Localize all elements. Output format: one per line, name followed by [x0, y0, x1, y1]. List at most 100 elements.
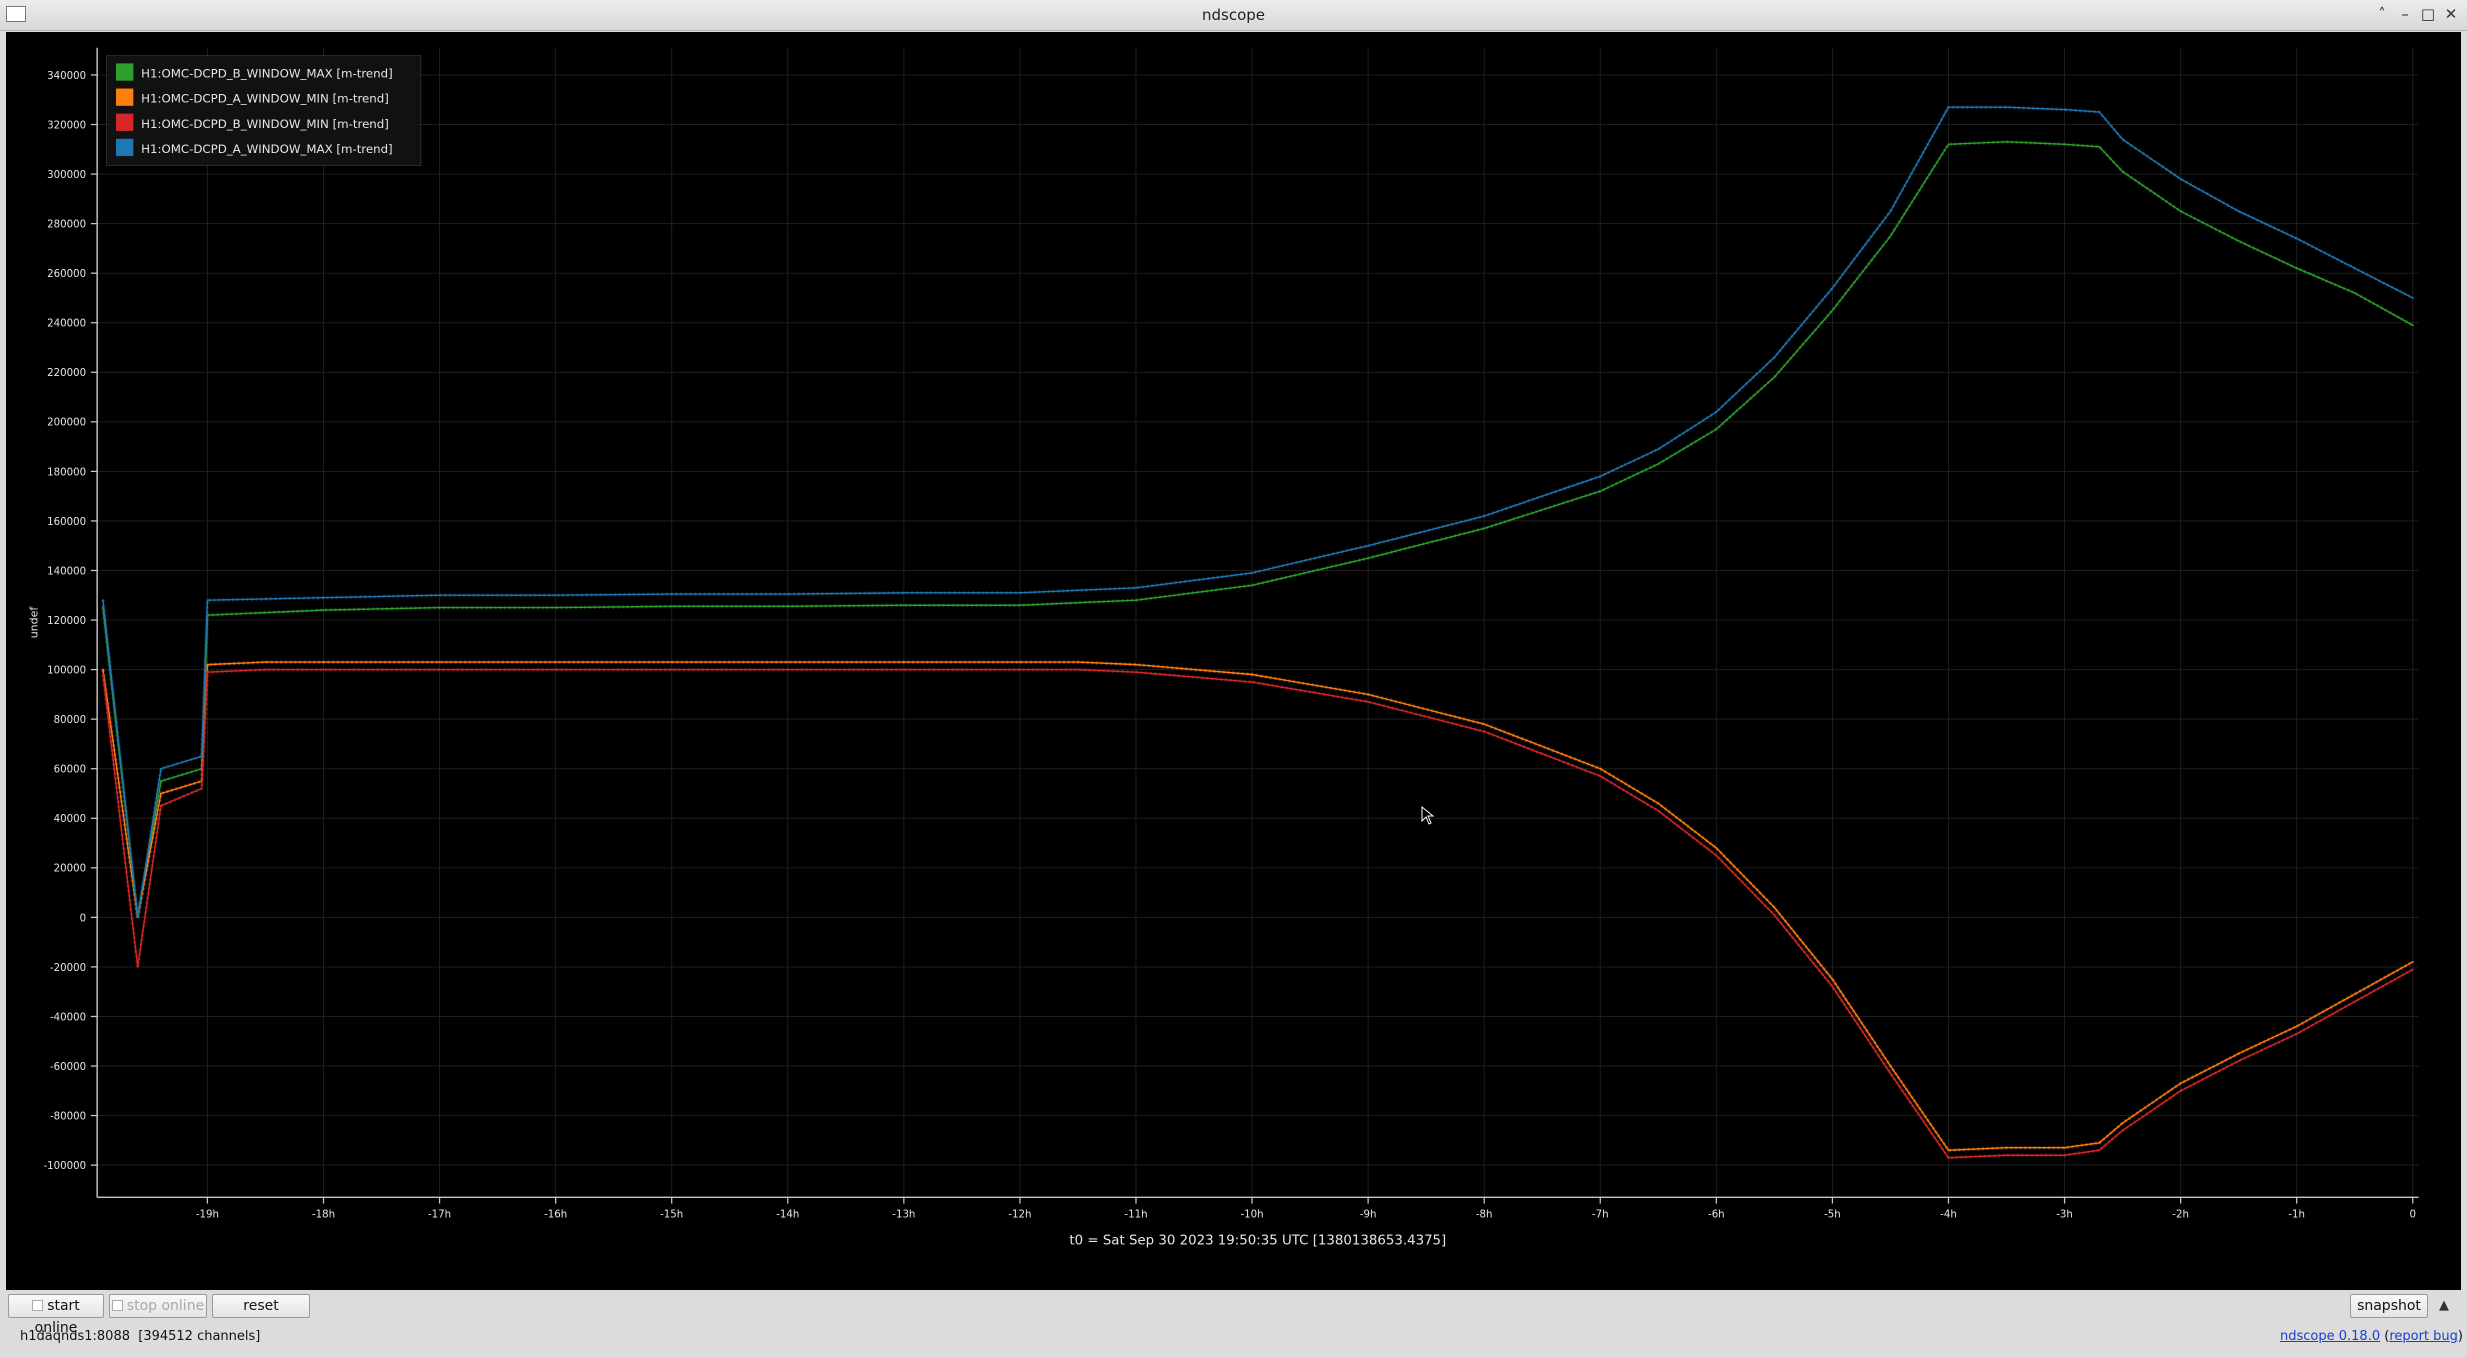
y-tick-label: -60000 — [50, 1062, 86, 1073]
legend-label-4[interactable]: H1:OMC-DCPD_A_WINDOW_MAX [m-trend] — [141, 142, 392, 156]
y-tick-label: 280000 — [47, 220, 86, 231]
x-tick-label: -13h — [892, 1210, 915, 1221]
series-point-4 — [902, 591, 905, 594]
series-point-1 — [1018, 604, 1021, 607]
series-point-3 — [554, 668, 557, 671]
series-point-4 — [554, 594, 557, 597]
series-point-4 — [1715, 410, 1718, 413]
series-point-3 — [2353, 1000, 2356, 1003]
x-tick-label: -9h — [1360, 1210, 1377, 1221]
plot-panel[interactable]: 340000 320000 300000 280000 260000 240000 2200… — [6, 32, 2461, 1290]
close-button[interactable]: ✕ — [2441, 4, 2461, 24]
window-titlebar: ndscope ˄ – □ ✕ — [0, 0, 2467, 31]
series-point-1 — [2063, 143, 2066, 146]
series-point-2 — [2005, 1146, 2008, 1149]
series-point-2 — [1251, 673, 1254, 676]
legend-label-3[interactable]: H1:OMC-DCPD_B_WINDOW_MIN [m-trend] — [141, 117, 389, 131]
series-envelope-4 — [101, 105, 2414, 918]
series-point-2 — [2353, 993, 2356, 996]
x-tick-label: -8h — [1476, 1210, 1493, 1221]
series-point-4 — [670, 593, 673, 595]
series-point-2 — [438, 661, 441, 664]
series-point-1 — [1947, 143, 1950, 146]
series-point-3 — [264, 668, 267, 671]
series-point-3 — [1889, 1072, 1892, 1075]
series-point-1 — [2353, 292, 2356, 294]
x-tick-label: -12h — [1008, 1210, 1031, 1221]
series-point-4 — [136, 916, 139, 919]
series-point-1 — [1773, 376, 1776, 379]
series-point-3 — [2411, 968, 2414, 971]
x-tick-label: -15h — [660, 1210, 683, 1221]
start-online-button[interactable]: start online — [8, 1294, 104, 1336]
x-tick-label: 0 — [2410, 1210, 2417, 1221]
series-point-2 — [322, 661, 325, 664]
series-point-4 — [1135, 586, 1137, 589]
y-tick-label: 120000 — [47, 616, 86, 627]
legend-label-2[interactable]: H1:OMC-DCPD_A_WINDOW_MIN [m-trend] — [141, 92, 389, 106]
y-tick-label: -40000 — [50, 1012, 86, 1023]
series-point-4 — [200, 755, 203, 758]
series-point-2 — [2179, 1082, 2182, 1085]
y-tick-label: 340000 — [47, 71, 86, 82]
series-point-4 — [1599, 475, 1602, 478]
series-point-3 — [2179, 1089, 2182, 1092]
series-line-2[interactable] — [102, 661, 2414, 1151]
version-link[interactable]: ndscope 0.18.0 — [2280, 1329, 2380, 1344]
x-tick-label: -18h — [312, 1210, 335, 1221]
series-point-2 — [1947, 1149, 1950, 1152]
status-links: ndscope 0.18.0 (report bug) — [2280, 1329, 2463, 1344]
x-tick-label: -6h — [1708, 1210, 1725, 1221]
series-envelope-2 — [101, 660, 2414, 1152]
reset-button[interactable]: reset — [212, 1294, 310, 1318]
series-point-3 — [2005, 1154, 2008, 1157]
legend-swatch-3 — [116, 113, 134, 131]
series-point-3 — [2237, 1060, 2240, 1063]
stop-online-button[interactable]: stop online — [109, 1294, 207, 1318]
series-point-2 — [1657, 802, 1660, 805]
x-tick-label: -10h — [1240, 1210, 1263, 1221]
plot-canvas[interactable]: 340000 320000 300000 280000 260000 240000 2200… — [6, 32, 2461, 1290]
report-bug-link[interactable]: report bug — [2389, 1329, 2458, 1344]
series-point-3 — [2098, 1149, 2101, 1152]
minimize-button[interactable]: – — [2395, 4, 2415, 24]
series-point-4 — [1367, 544, 1370, 547]
series-point-1 — [1367, 557, 1370, 560]
snapshot-button[interactable]: snapshot — [2350, 1294, 2428, 1318]
status-server: h1daqnds1:8088 [394512 channels] — [20, 1329, 260, 1344]
maximize-button[interactable]: □ — [2418, 4, 2438, 24]
y-tick-label: 200000 — [47, 418, 86, 429]
legend-label-1[interactable]: H1:OMC-DCPD_B_WINDOW_MAX [m-trend] — [141, 67, 393, 81]
series-point-2 — [2121, 1122, 2124, 1124]
series-point-2 — [160, 792, 162, 795]
y-tick-label: 20000 — [54, 864, 86, 875]
series-envelope-1 — [101, 140, 2414, 918]
series-point-4 — [2353, 267, 2356, 270]
y-tick-label: 60000 — [54, 765, 86, 776]
x-tick-label: -1h — [2288, 1210, 2305, 1221]
series-point-1 — [1889, 235, 1892, 237]
start-online-checkbox-icon — [32, 1299, 44, 1311]
series-point-1 — [1251, 584, 1254, 587]
y-tick-label: -80000 — [50, 1112, 86, 1123]
series-point-2 — [2295, 1025, 2298, 1028]
y-tick-label: 0 — [80, 913, 87, 924]
collapse-button[interactable]: ˄ — [2372, 4, 2392, 24]
expand-panel-icon[interactable]: ▲ — [2434, 1296, 2454, 1316]
series-line-3[interactable] — [102, 668, 2414, 1159]
series-point-4 — [2121, 138, 2124, 141]
series-point-3 — [1367, 700, 1370, 703]
stop-online-checkbox-icon — [111, 1299, 123, 1311]
series-point-4 — [2005, 106, 2008, 109]
series-point-2 — [1135, 663, 1137, 666]
series-point-4 — [264, 598, 267, 600]
y-tick-label: 220000 — [47, 368, 86, 379]
series-line-4[interactable] — [102, 106, 2414, 918]
status-channel-count: [394512 channels] — [138, 1329, 261, 1344]
series-point-4 — [2295, 237, 2298, 240]
y-tick-label: 300000 — [47, 170, 86, 181]
series-point-2 — [902, 661, 905, 664]
series-line-1[interactable] — [102, 141, 2414, 918]
series-point-3 — [786, 668, 789, 671]
x-tick-label: -19h — [196, 1210, 219, 1221]
